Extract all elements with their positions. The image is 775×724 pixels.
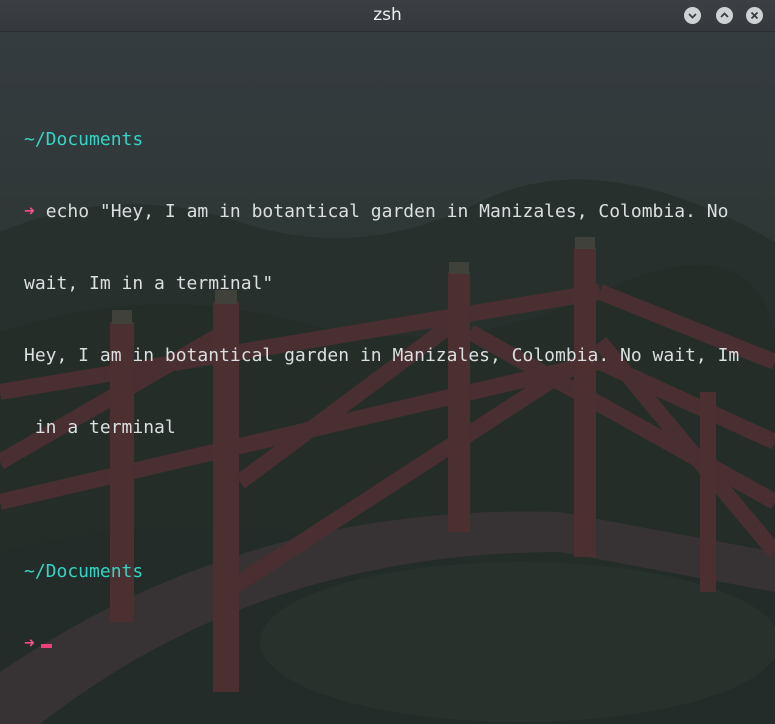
command-text: echo "Hey, I am in botantical garden in … (45, 201, 729, 222)
output-line-wrap: in a terminal (24, 417, 176, 438)
minimize-button[interactable] (684, 7, 701, 24)
title-bar[interactable]: zsh (0, 0, 775, 32)
close-button[interactable] (746, 7, 763, 24)
text-cursor (40, 644, 52, 648)
output-line: Hey, I am in botantical garden in Maniza… (24, 345, 740, 366)
prompt-cwd: ~/Documents (24, 129, 144, 150)
chevron-down-icon (688, 13, 697, 19)
window-title: zsh (373, 5, 402, 25)
terminal-output: ~/Documents ➜ echo "Hey, I am in botanti… (24, 80, 765, 704)
prompt-cwd: ~/Documents (24, 561, 144, 582)
prompt-arrow-icon: ➜ (24, 201, 35, 222)
maximize-button[interactable] (716, 7, 733, 24)
terminal-area[interactable]: ~/Documents ➜ echo "Hey, I am in botanti… (0, 32, 775, 724)
terminal-window: zsh ~/Documents ➜ echo "Hey, I am in bot… (0, 0, 775, 724)
command-line: ➜ echo "Hey, I am in botantical garden i… (24, 200, 765, 224)
close-icon (750, 11, 759, 20)
command-line-wrap: wait, Im in a terminal" (24, 273, 274, 294)
prompt-arrow-icon: ➜ (24, 633, 35, 654)
active-prompt-line[interactable]: ➜ (24, 632, 765, 656)
chevron-up-icon (720, 12, 729, 18)
